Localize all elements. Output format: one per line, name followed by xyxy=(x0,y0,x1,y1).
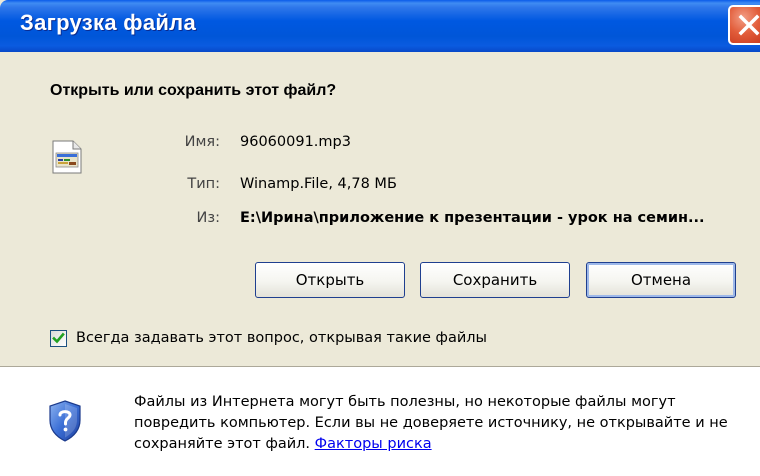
save-button[interactable]: Сохранить xyxy=(420,262,570,298)
type-label: Тип: xyxy=(187,176,220,192)
close-button[interactable] xyxy=(728,5,760,45)
cancel-button[interactable]: Отмена xyxy=(586,262,736,298)
close-icon xyxy=(738,14,760,36)
always-ask-label[interactable]: Всегда задавать этот вопрос, открывая та… xyxy=(76,330,487,346)
winamp-file-icon xyxy=(52,140,82,178)
file-source-value: E:\Ирина\приложение к презентации - урок… xyxy=(240,210,705,226)
risk-factors-link[interactable]: Факторы риска xyxy=(315,436,432,452)
checkmark-icon xyxy=(52,332,65,344)
file-type-value: Winamp.File, 4,78 МБ xyxy=(240,176,397,192)
file-name-value: 96060091.mp3 xyxy=(240,134,351,150)
security-warning-text: Файлы из Интернета могут быть полезны, н… xyxy=(134,392,744,455)
source-label: Из: xyxy=(196,210,220,226)
window-title: Загрузка файла xyxy=(20,10,196,35)
always-ask-checkbox[interactable] xyxy=(50,330,67,347)
title-bar[interactable]: Загрузка файла xyxy=(0,0,760,52)
name-label: Имя: xyxy=(184,134,220,150)
open-button[interactable]: Открыть xyxy=(255,262,405,298)
file-download-dialog: Загрузка файла Открыть или сохранить это… xyxy=(0,0,760,476)
dialog-question: Открыть или сохранить этот файл? xyxy=(50,82,337,99)
security-shield-icon xyxy=(48,400,82,446)
